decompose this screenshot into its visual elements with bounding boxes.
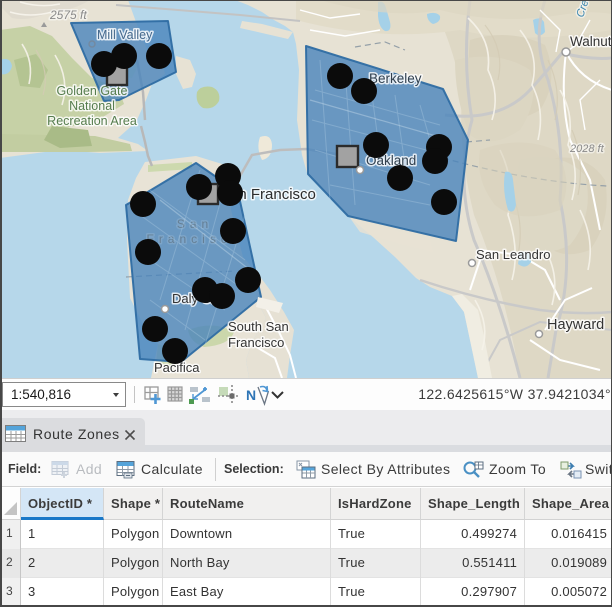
svg-text:Mill Valley: Mill Valley bbox=[97, 28, 153, 42]
svg-text:Hayward: Hayward bbox=[547, 317, 604, 333]
svg-text:Berkeley: Berkeley bbox=[369, 71, 422, 86]
svg-text:San Leandro: San Leandro bbox=[476, 247, 550, 262]
svg-text:Francisco: Francisco bbox=[228, 335, 284, 350]
svg-text:South San: South San bbox=[228, 319, 289, 334]
svg-text:2028 ft: 2028 ft bbox=[569, 143, 605, 155]
svg-text:N: N bbox=[246, 387, 256, 403]
svg-text:Walnut: Walnut bbox=[570, 34, 612, 49]
svg-text:Recreation Area: Recreation Area bbox=[47, 114, 137, 128]
svg-text:National: National bbox=[69, 99, 115, 113]
svg-text:2575 ft: 2575 ft bbox=[49, 8, 87, 22]
